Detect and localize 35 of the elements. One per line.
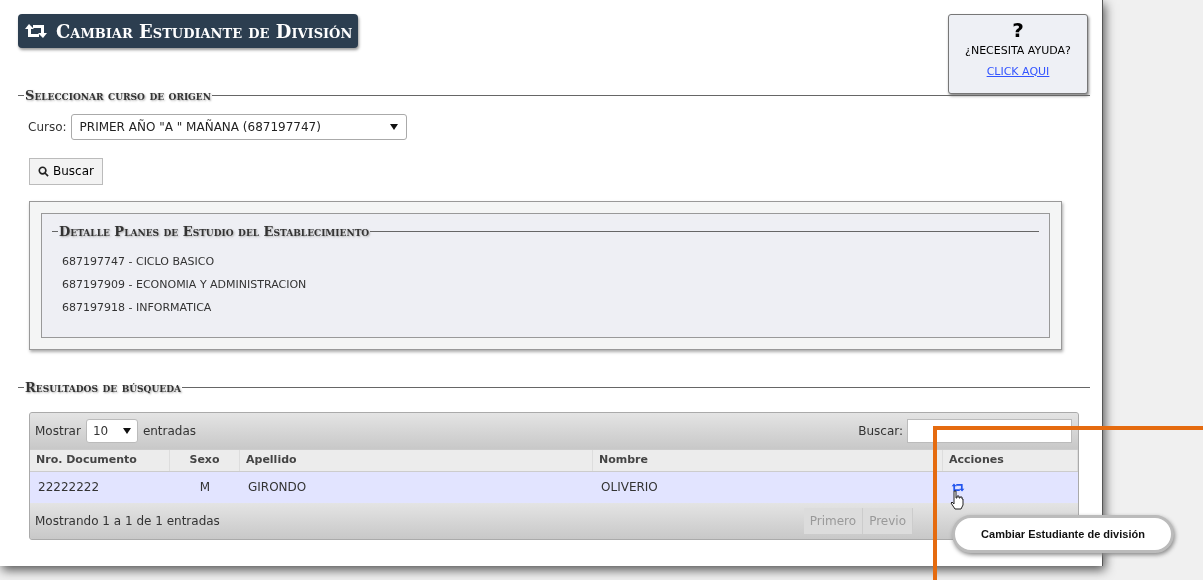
caret-icon <box>122 427 131 434</box>
column-header[interactable]: Apellido <box>240 449 593 471</box>
help-icon: ? <box>1012 19 1024 41</box>
help-link[interactable]: CLICK AQUI <box>986 63 1050 80</box>
help-text: ¿NECESITA AYUDA? <box>965 43 1071 59</box>
page-size-select[interactable]: 10 <box>85 418 138 443</box>
search-button[interactable]: Buscar <box>29 157 103 185</box>
column-header[interactable]: Nombre <box>593 449 943 471</box>
course-label: Curso: <box>28 118 67 136</box>
swap-icon <box>24 22 48 40</box>
table-cell-text: 22222222 <box>37 479 101 496</box>
plan-item: 687197909 - ECONOMIA Y ADMINISTRACION <box>62 278 308 292</box>
page-title: Cambiar Estudiante de División <box>18 14 359 48</box>
show-suffix: entradas <box>142 422 197 440</box>
hand-cursor-icon <box>950 490 964 510</box>
course-select[interactable]: PRIMER AÑO "A " MAÑANA (687197747) <box>70 113 407 140</box>
table-cell-text: M <box>198 479 212 496</box>
table-info: Mostrando 1 a 1 de 1 entradas <box>35 512 220 530</box>
section-legend: Detalle Planes de Estudio del Establecimiento <box>58 221 371 241</box>
tooltip: Cambiar Estudiante de división <box>952 515 1174 553</box>
table-cell-text: OLIVERIO <box>600 479 659 496</box>
show-label: Mostrar <box>35 422 81 440</box>
table-row[interactable]: 22222222 M GIRONDO OLIVERIO <box>30 471 1078 503</box>
section-legend: Seleccionar curso de origen <box>24 86 212 106</box>
column-header[interactable]: Sexo <box>170 449 240 471</box>
column-header[interactable]: Nro. Documento <box>30 449 170 471</box>
section-legend: Resultados de búsqueda <box>24 378 182 398</box>
caret-icon <box>389 123 398 130</box>
plan-item: 687197747 - CICLO BASICO <box>62 255 216 269</box>
plan-item: 687197918 - INFORMATICA <box>62 301 213 315</box>
search-icon <box>38 165 49 177</box>
swap-icon <box>951 481 965 493</box>
table-cell-text: GIRONDO <box>247 479 308 496</box>
column-header[interactable]: Acciones <box>943 449 1078 471</box>
search-label: Buscar: <box>858 422 903 440</box>
